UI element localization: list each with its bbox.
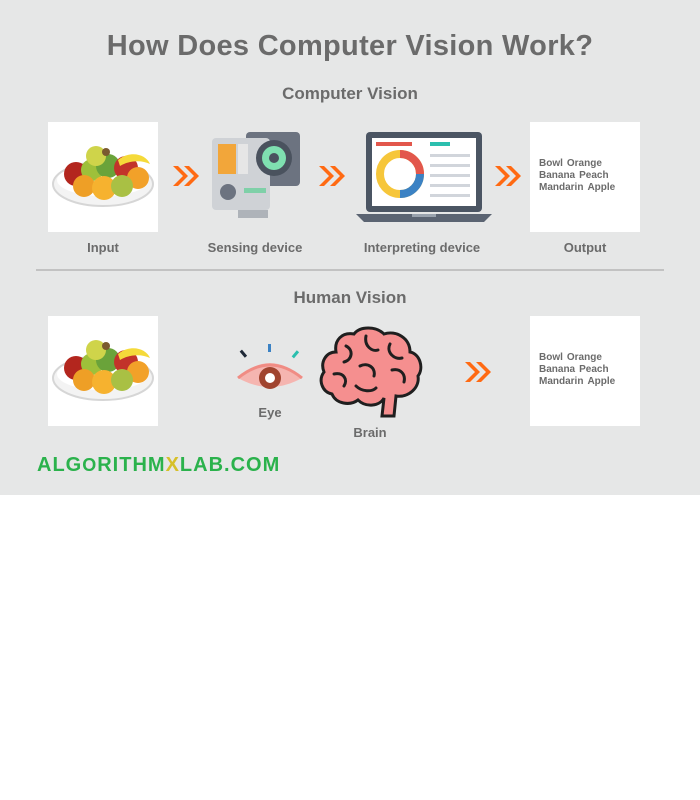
output-item: Peach [579,364,609,375]
input-caption: Input [87,240,119,255]
output-item: Bowl [539,158,563,169]
brain-icon [319,326,423,418]
output-item: Bowl [539,352,563,363]
logo-gear-icon: O [82,455,98,475]
output-item: Mandarin [539,376,584,387]
logo-text: RITHM [97,454,166,476]
human-vision-heading: Human Vision [293,288,407,307]
chevron-double-right-icon [495,166,521,186]
output-item: Apple [587,376,616,387]
brain-caption: Brain [353,425,387,440]
fruit-bowl-icon [52,145,154,207]
site-logo: ALGORITHMXLAB.COM [37,454,280,477]
output-card: Bowl Orange Banana Peach Mandarin Apple [530,122,640,232]
laptop-chart-icon [356,132,492,222]
camera-icon [212,132,300,218]
chevron-double-right-icon [465,362,491,382]
logo-text: LAB.COM [179,454,281,476]
output-item: Banana [539,364,576,375]
output-list: Bowl Orange Banana Peach Mandarin Apple [539,158,639,194]
output-item: Mandarin [539,182,584,193]
chevron-double-right-icon [173,166,199,186]
page-title: How Does Computer Vision Work? [106,30,594,62]
interpreting-device-caption: Interpreting device [363,240,481,255]
output-item: Orange [566,352,602,363]
sensing-device-caption: Sensing device [207,240,303,255]
computer-vision-heading: Computer Vision [282,84,418,103]
human-output-list: Bowl Orange Banana Peach Mandarin Apple [539,352,639,388]
human-output-card: Bowl Orange Banana Peach Mandarin Apple [530,316,640,426]
fruit-bowl-icon [52,339,154,401]
output-item: Apple [587,182,616,193]
diagram-panel: How Does Computer Vision Work? Computer … [0,0,700,495]
human-input-card [48,316,158,426]
output-item: Banana [539,170,576,181]
logo-text: ALG [37,454,83,476]
input-card [48,122,158,232]
logo-text: X [165,454,180,476]
output-item: Peach [579,170,609,181]
eye-icon [237,344,303,389]
output-item: Orange [566,158,602,169]
eye-caption: Eye [258,405,282,420]
section-divider [36,269,664,271]
chevron-double-right-icon [319,166,345,186]
output-caption: Output [563,240,607,255]
